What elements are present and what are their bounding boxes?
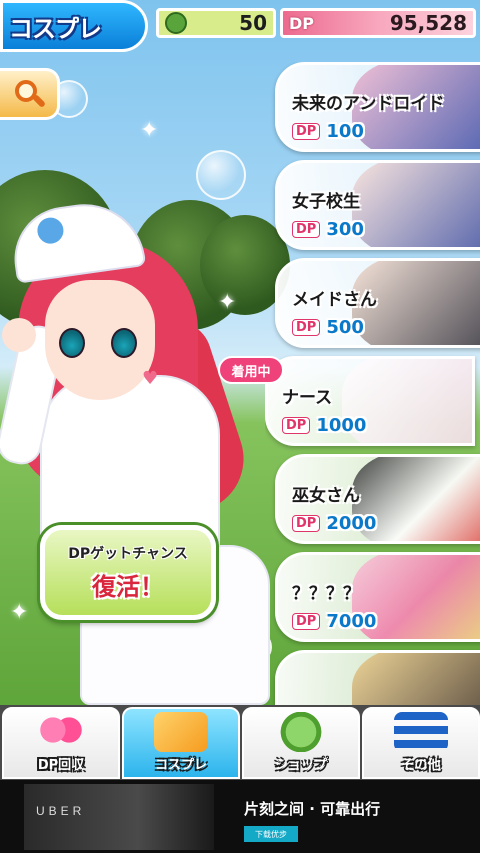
costume-item-partial[interactable]	[275, 650, 480, 705]
costume-item-schoolgirl[interactable]: 女子校生 DP 300	[275, 160, 480, 250]
dp-badge: DP	[292, 123, 321, 140]
price-value: 500	[326, 317, 364, 338]
dp-badge: DP	[292, 613, 321, 630]
costume-name: ナース	[282, 388, 333, 408]
ad-cta-button[interactable]: 下载优步	[244, 826, 298, 842]
dp-label: DP	[289, 13, 315, 33]
page-title: コスプレ	[9, 14, 102, 43]
equipped-badge: 着用中	[218, 356, 284, 384]
costume-icon	[154, 712, 208, 752]
costume-name: 女子校生	[292, 192, 360, 212]
costume-item-mystery[interactable]: ？？？？ DP 7000	[275, 552, 480, 642]
ad-headline: 片刻之间 · 可靠出行	[244, 800, 381, 818]
dp-counter: DP 95,528	[280, 8, 476, 38]
costume-price: DP 500	[292, 317, 364, 338]
costume-price: DP 300	[292, 219, 364, 240]
dp-badge: DP	[292, 221, 321, 238]
costume-list[interactable]: 未来のアンドロイド DP 100 女子校生 DP 300 メイドさん DP 50…	[265, 62, 480, 705]
nav-dp-collect[interactable]: DP回収	[2, 707, 120, 779]
price-value: 100	[326, 121, 364, 142]
magnifier-icon	[13, 78, 46, 110]
sparkle-decoration: ✦	[140, 118, 159, 143]
nav-label: コスプレ	[154, 758, 207, 773]
nav-cosplay[interactable]: コスプレ	[122, 707, 240, 779]
nav-shop[interactable]: ショップ	[242, 707, 360, 779]
screen-title-tab: コスプレ	[0, 0, 148, 52]
clover-count: 50	[239, 11, 267, 35]
heart-icon: ♥	[142, 368, 159, 389]
character-eye	[111, 328, 137, 358]
costume-price: DP 7000	[292, 611, 376, 632]
costume-item-miko[interactable]: 巫女さん DP 2000	[275, 454, 480, 544]
costume-price: DP 1000	[282, 415, 366, 436]
bottom-navigation: DP回収 コスプレ ショップ その他	[0, 705, 480, 780]
costume-item-android[interactable]: 未来のアンドロイド DP 100	[275, 62, 480, 152]
costume-name: 未来のアンドロイド	[292, 94, 445, 114]
dp-badge: DP	[292, 515, 321, 532]
costume-thumbnail	[352, 163, 480, 247]
clover-shop-icon	[274, 712, 328, 752]
dp-chance-button[interactable]: DPゲットチャンス 復活！	[40, 525, 216, 620]
dp-badge: DP	[292, 319, 321, 336]
character-face	[45, 280, 155, 400]
costume-item-nurse[interactable]: ナース DP 1000	[265, 356, 475, 446]
costume-name: メイドさん	[292, 290, 377, 310]
ad-banner[interactable]: UBER 片刻之间 · 可靠出行 下载优步	[0, 780, 480, 853]
costume-price: DP 100	[292, 121, 364, 142]
character-hand	[2, 318, 36, 352]
nav-other[interactable]: その他	[362, 707, 480, 779]
nurse-character[interactable]: ♥	[0, 150, 300, 705]
dp-value: 95,528	[389, 11, 467, 35]
nav-label: その他	[401, 758, 441, 773]
ad-brand-logo: UBER	[36, 804, 86, 818]
search-button[interactable]	[0, 68, 60, 120]
clover-counter: 50	[156, 8, 276, 38]
chance-subtitle: 復活！	[92, 573, 164, 601]
dp-badge: DP	[282, 417, 311, 434]
clover-icon	[165, 12, 187, 34]
price-value: 300	[326, 219, 364, 240]
menu-list-icon	[394, 712, 448, 752]
chance-title: DPゲットチャンス	[68, 546, 188, 562]
costume-name: 巫女さん	[292, 486, 360, 506]
costume-item-maid[interactable]: メイドさん DP 500	[275, 258, 480, 348]
price-value: 2000	[326, 513, 377, 534]
costume-name: ？？？？	[292, 584, 360, 604]
hearts-icon	[34, 712, 88, 752]
character-eye	[59, 328, 85, 358]
costume-price: DP 2000	[292, 513, 376, 534]
costume-thumbnail	[352, 653, 480, 705]
price-value: 7000	[326, 611, 377, 632]
heart-icon	[32, 212, 69, 249]
price-value: 1000	[316, 415, 367, 436]
nav-label: ショップ	[274, 758, 327, 773]
nav-label: DP回収	[37, 758, 85, 773]
